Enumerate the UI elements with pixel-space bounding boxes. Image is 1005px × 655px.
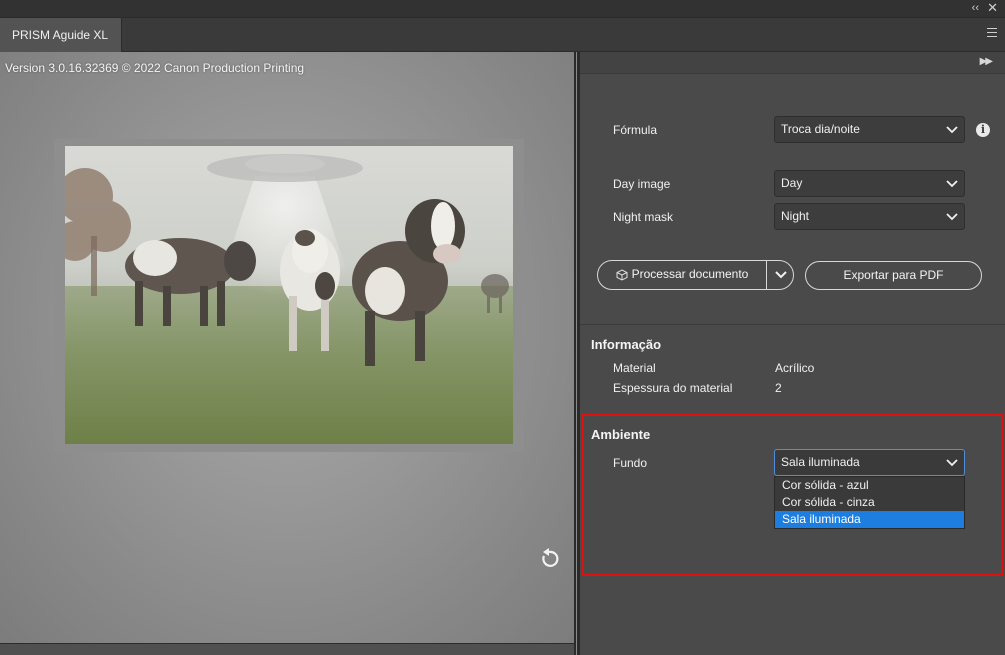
night-mask-label: Night mask (613, 210, 674, 224)
double-chevron-left-icon[interactable]: ‹‹ (972, 2, 979, 14)
version-text: Version 3.0.16.32369 © 2022 Canon Produc… (5, 61, 305, 75)
info-icon[interactable]: i (976, 123, 990, 137)
night-mask-value: Night (781, 209, 810, 223)
chevron-down-icon[interactable] (768, 261, 794, 289)
cows-photo (65, 146, 513, 444)
day-image-value: Day (781, 176, 803, 190)
divider (580, 324, 1005, 325)
process-document-split-button: Processar documento (597, 260, 794, 290)
double-chevron-right-icon[interactable]: ▶▶ (980, 56, 993, 67)
night-mask-select[interactable]: Night (774, 203, 965, 230)
chevron-down-icon (946, 126, 958, 134)
day-image-label: Day image (613, 177, 671, 191)
day-image-select[interactable]: Day (774, 170, 965, 197)
material-label: Material (613, 361, 656, 375)
tab-prism-aguide[interactable]: PRISM Aguide XL (0, 18, 122, 52)
process-document-button[interactable]: Processar documento (598, 261, 767, 289)
thickness-value: 2 (775, 381, 782, 395)
rotate-reset-icon[interactable] (538, 548, 560, 570)
cube-icon (616, 269, 628, 281)
export-pdf-button[interactable]: Exportar para PDF (805, 261, 982, 290)
formula-select[interactable]: Troca dia/noite (774, 116, 965, 143)
panel-header: ▶▶ (580, 52, 1005, 74)
material-value: Acrílico (775, 361, 815, 375)
thickness-label: Espessura do material (613, 381, 733, 395)
tab-bar: PRISM Aguide XL (0, 18, 1005, 52)
panel-menu-icon[interactable] (987, 28, 997, 40)
formula-value: Troca dia/noite (781, 122, 860, 136)
info-heading: Informação (591, 337, 662, 352)
highlight-box (582, 414, 1003, 576)
preview-image (65, 146, 513, 444)
horizontal-scrollbar[interactable] (0, 643, 574, 655)
chevron-down-icon (946, 213, 958, 221)
close-icon[interactable]: ✕ (987, 0, 998, 16)
title-bar: ‹‹ ✕ (0, 0, 1005, 18)
chevron-down-icon (946, 180, 958, 188)
process-document-label: Processar documento (631, 267, 749, 281)
formula-label: Fórmula (613, 123, 658, 137)
